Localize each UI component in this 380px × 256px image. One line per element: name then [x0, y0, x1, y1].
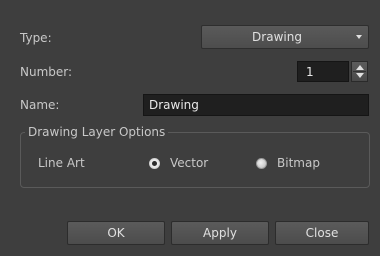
type-dropdown-value: Drawing — [252, 30, 302, 44]
type-dropdown[interactable]: Drawing — [201, 25, 369, 49]
vector-radio[interactable] — [149, 158, 160, 169]
number-stepper[interactable] — [351, 61, 368, 82]
chevron-down-icon — [356, 35, 362, 39]
vector-label[interactable]: Vector — [170, 156, 208, 170]
type-label: Type: — [20, 31, 52, 45]
bitmap-radio[interactable] — [256, 158, 267, 169]
layer-dialog: Type: Drawing Number: 1 Name: Drawing Dr… — [0, 0, 380, 256]
close-button[interactable]: Close — [275, 221, 369, 245]
apply-button[interactable]: Apply — [171, 221, 269, 245]
number-input[interactable]: 1 — [297, 61, 349, 82]
number-label: Number: — [20, 65, 73, 79]
group-title: Drawing Layer Options — [25, 125, 169, 139]
name-label: Name: — [20, 98, 60, 112]
name-input[interactable]: Drawing — [143, 94, 369, 116]
line-art-label: Line Art — [38, 156, 85, 170]
ok-button[interactable]: OK — [67, 221, 165, 245]
bitmap-label[interactable]: Bitmap — [277, 156, 320, 170]
stepper-divider — [353, 71, 366, 72]
arrow-up-icon[interactable] — [356, 65, 364, 70]
arrow-down-icon[interactable] — [356, 73, 364, 78]
